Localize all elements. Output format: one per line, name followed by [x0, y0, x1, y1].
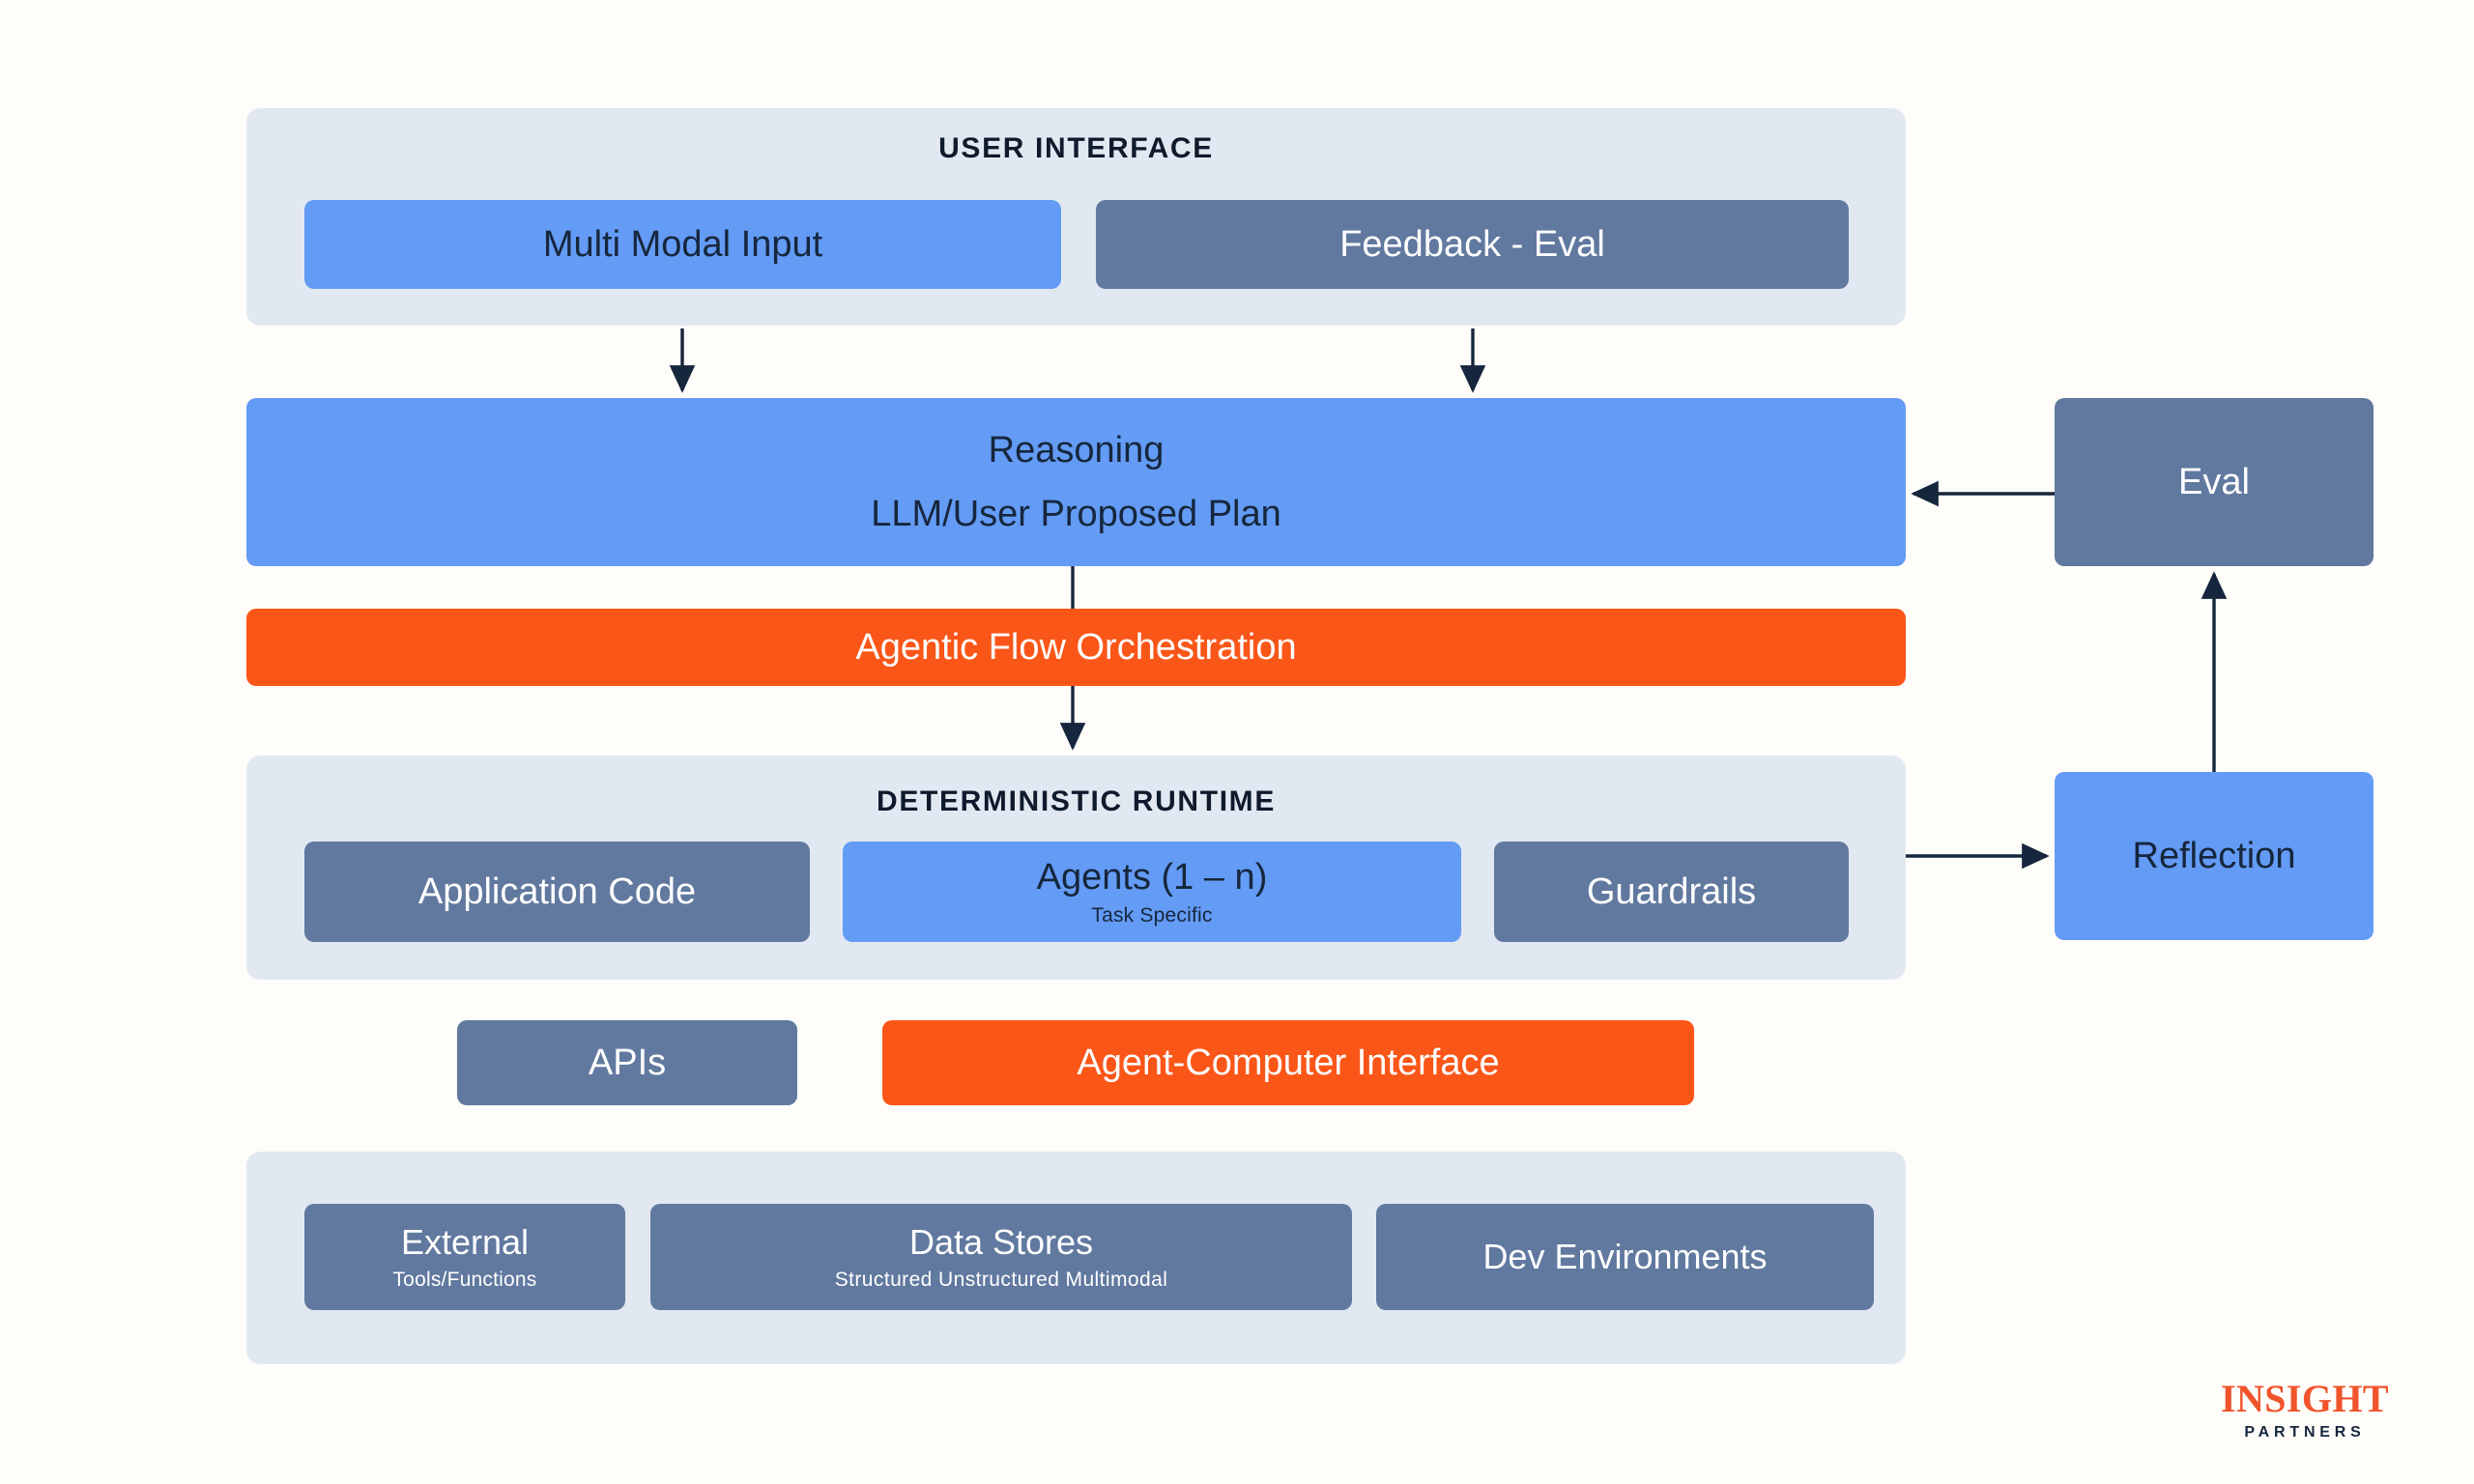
deterministic-runtime-title: DETERMINISTIC RUNTIME — [877, 785, 1276, 817]
node-label: Eval — [2178, 461, 2250, 502]
insight-partners-logo: INSIGHT PARTNERS — [2218, 1380, 2392, 1441]
node-agents[interactable]: Agents (1 – n) Task Specific — [843, 842, 1461, 942]
node-agentic-flow-orchestration[interactable]: Agentic Flow Orchestration — [246, 609, 1906, 686]
node-external-tools[interactable]: External Tools/Functions — [304, 1204, 625, 1310]
reasoning-line-1: Reasoning — [988, 429, 1165, 471]
logo-subtitle: PARTNERS — [2244, 1424, 2366, 1441]
reasoning-line-2: LLM/User Proposed Plan — [871, 494, 1281, 534]
node-guardrails[interactable]: Guardrails — [1494, 842, 1849, 942]
node-label: Dev Environments — [1482, 1237, 1768, 1277]
node-sublabel: Task Specific — [1091, 903, 1213, 927]
user-interface-title: USER INTERFACE — [938, 132, 1214, 164]
logo-wordmark: INSIGHT — [2221, 1377, 2389, 1420]
node-multi-modal-input[interactable]: Multi Modal Input — [304, 200, 1061, 289]
node-feedback-eval[interactable]: Feedback - Eval — [1096, 200, 1849, 289]
node-label: Reflection — [2132, 835, 2296, 876]
node-data-stores[interactable]: Data Stores Structured Unstructured Mult… — [650, 1204, 1352, 1310]
node-label: Data Stores — [908, 1221, 1094, 1262]
node-eval[interactable]: Eval — [2055, 398, 2373, 566]
node-label: Feedback - Eval — [1339, 223, 1605, 265]
node-reasoning[interactable]: Reasoning LLM/User Proposed Plan — [246, 398, 1906, 566]
node-reflection[interactable]: Reflection — [2055, 772, 2373, 940]
node-sublabel: Tools/Functions — [392, 1268, 537, 1291]
node-apis[interactable]: APIs — [457, 1020, 797, 1105]
node-label: Guardrails — [1586, 870, 1757, 912]
node-sublabel: Structured Unstructured Multimodal — [834, 1268, 1168, 1291]
node-dev-environments[interactable]: Dev Environments — [1376, 1204, 1874, 1310]
node-label: Agentic Flow Orchestration — [855, 626, 1297, 668]
node-application-code[interactable]: Application Code — [304, 842, 810, 942]
node-label: External — [400, 1221, 530, 1262]
node-agent-computer-interface[interactable]: Agent-Computer Interface — [882, 1020, 1694, 1105]
node-label: Multi Modal Input — [542, 223, 823, 265]
node-label: Agent-Computer Interface — [1077, 1042, 1500, 1083]
node-label: Agents (1 – n) — [1036, 856, 1268, 898]
node-label: APIs — [588, 1042, 667, 1083]
diagram-canvas: USER INTERFACE Multi Modal Input Feedbac… — [0, 0, 2474, 1484]
node-label: Application Code — [417, 870, 697, 912]
